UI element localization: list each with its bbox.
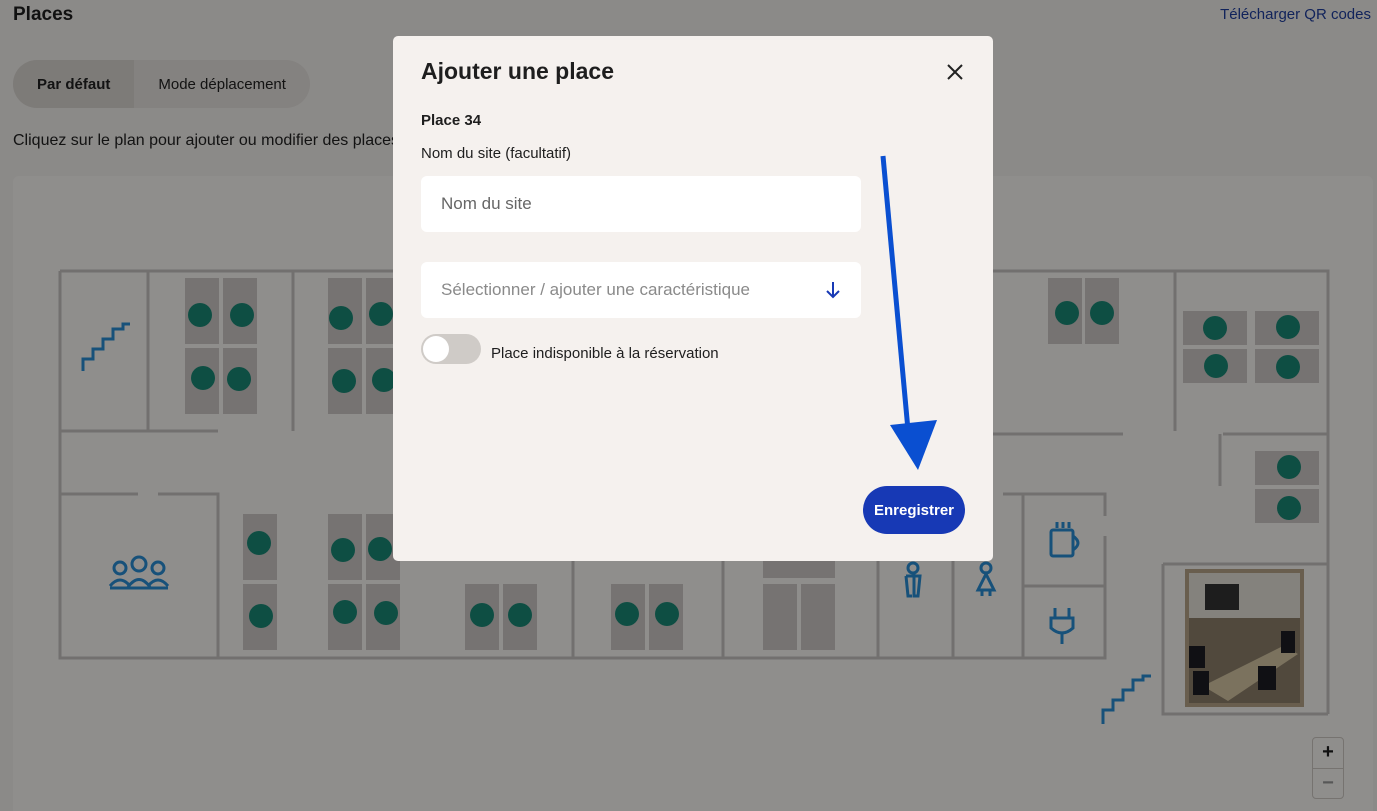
close-icon[interactable] <box>943 60 967 84</box>
toggle-knob <box>423 336 449 362</box>
place-number: Place 34 <box>421 112 482 129</box>
save-button[interactable]: Enregistrer <box>863 486 965 534</box>
dialog-title: Ajouter une place <box>421 58 614 84</box>
site-name-input[interactable] <box>421 176 861 232</box>
characteristic-placeholder: Sélectionner / ajouter une caractéristiq… <box>441 280 751 299</box>
unavailable-toggle[interactable] <box>421 334 481 364</box>
add-place-dialog: Ajouter une place Place 34 Nom du site (… <box>393 36 993 561</box>
arrow-down-icon <box>826 282 840 299</box>
unavailable-toggle-label: Place indisponible à la réservation <box>491 345 719 362</box>
site-name-label: Nom du site (facultatif) <box>421 145 572 162</box>
characteristic-select[interactable]: Sélectionner / ajouter une caractéristiq… <box>421 262 861 318</box>
